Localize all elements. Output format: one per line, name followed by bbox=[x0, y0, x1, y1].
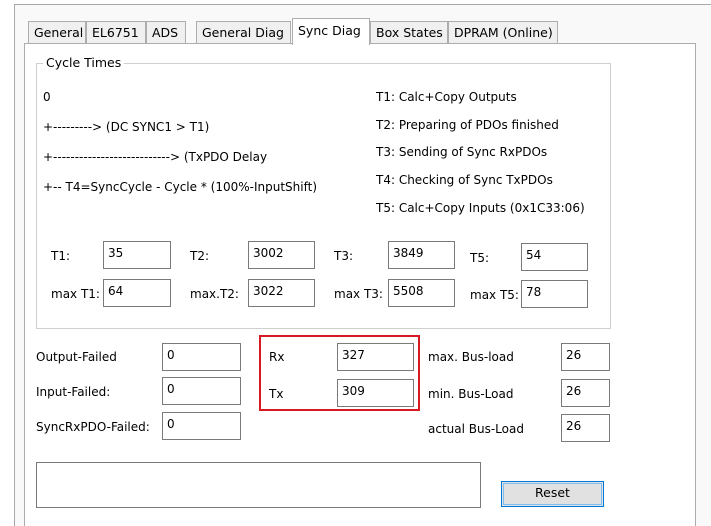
output-failed-label: Output-Failed bbox=[36, 350, 117, 364]
max-t3-field[interactable]: 5508 bbox=[388, 279, 455, 307]
reset-button[interactable]: Reset bbox=[501, 481, 604, 507]
tab-dpram-online[interactable]: DPRAM (Online) bbox=[448, 21, 558, 43]
min-bus-load-label: min. Bus-Load bbox=[428, 387, 514, 401]
legend-t4: T4: Checking of Sync TxPDOs bbox=[376, 173, 553, 187]
t1-field[interactable]: 35 bbox=[103, 241, 171, 269]
tx-field[interactable]: 309 bbox=[337, 379, 414, 407]
max-t2-label: max.T2: bbox=[190, 287, 239, 301]
message-box[interactable] bbox=[36, 462, 481, 508]
tab-el6751[interactable]: EL6751 bbox=[86, 21, 146, 43]
t3-label: T3: bbox=[334, 249, 354, 263]
actual-bus-load-label: actual Bus-Load bbox=[428, 422, 524, 436]
t2-label: T2: bbox=[190, 249, 210, 263]
t3-field[interactable]: 3849 bbox=[388, 241, 455, 269]
rx-label: Rx bbox=[269, 350, 285, 364]
diagram-line-0: 0 bbox=[43, 90, 51, 104]
tab-box-states[interactable]: Box States bbox=[370, 21, 448, 43]
sync-rxpdo-failed-label: SyncRxPDO-Failed: bbox=[36, 420, 150, 434]
rx-field[interactable]: 327 bbox=[337, 343, 414, 371]
tab-ads[interactable]: ADS bbox=[146, 21, 186, 43]
max-t1-label: max T1: bbox=[51, 287, 100, 301]
max-bus-load-field[interactable]: 26 bbox=[561, 343, 610, 371]
sync-rxpdo-failed-field[interactable]: 0 bbox=[162, 412, 241, 440]
t5-field[interactable]: 54 bbox=[521, 243, 588, 271]
tab-general[interactable]: General bbox=[28, 21, 86, 43]
t1-label: T1: bbox=[51, 249, 71, 263]
legend-t3: T3: Sending of Sync RxPDOs bbox=[376, 145, 548, 159]
diagram-line-3: +-- T4=SyncCycle - Cycle * (100%-InputSh… bbox=[43, 180, 317, 194]
legend-t5: T5: Calc+Copy Inputs (0x1C33:06) bbox=[376, 201, 585, 215]
actual-bus-load-field[interactable]: 26 bbox=[561, 414, 610, 442]
max-bus-load-label: max. Bus-load bbox=[428, 350, 514, 364]
diagram-line-2: +---------------------------> (TxPDO Del… bbox=[43, 150, 268, 164]
max-t2-field[interactable]: 3022 bbox=[248, 279, 315, 307]
legend-t1: T1: Calc+Copy Outputs bbox=[376, 90, 517, 104]
tab-general-diag[interactable]: General Diag bbox=[196, 21, 291, 43]
tx-label: Tx bbox=[269, 387, 284, 401]
t2-field[interactable]: 3002 bbox=[248, 241, 315, 269]
min-bus-load-field[interactable]: 26 bbox=[561, 379, 610, 407]
tab-sync-diag[interactable]: Sync Diag bbox=[292, 18, 370, 45]
diagram-line-1: +---------> (DC SYNC1 > T1) bbox=[43, 120, 210, 134]
input-failed-field[interactable]: 0 bbox=[162, 377, 241, 405]
input-failed-label: Input-Failed: bbox=[36, 385, 111, 399]
max-t3-label: max T3: bbox=[334, 287, 383, 301]
max-t1-field[interactable]: 64 bbox=[103, 279, 171, 307]
cycle-times-title: Cycle Times bbox=[43, 55, 125, 70]
output-failed-field[interactable]: 0 bbox=[162, 343, 241, 371]
legend-t2: T2: Preparing of PDOs finished bbox=[376, 118, 559, 132]
max-t5-field[interactable]: 78 bbox=[521, 280, 588, 308]
t5-label: T5: bbox=[470, 251, 490, 265]
max-t5-label: max T5: bbox=[470, 288, 519, 302]
